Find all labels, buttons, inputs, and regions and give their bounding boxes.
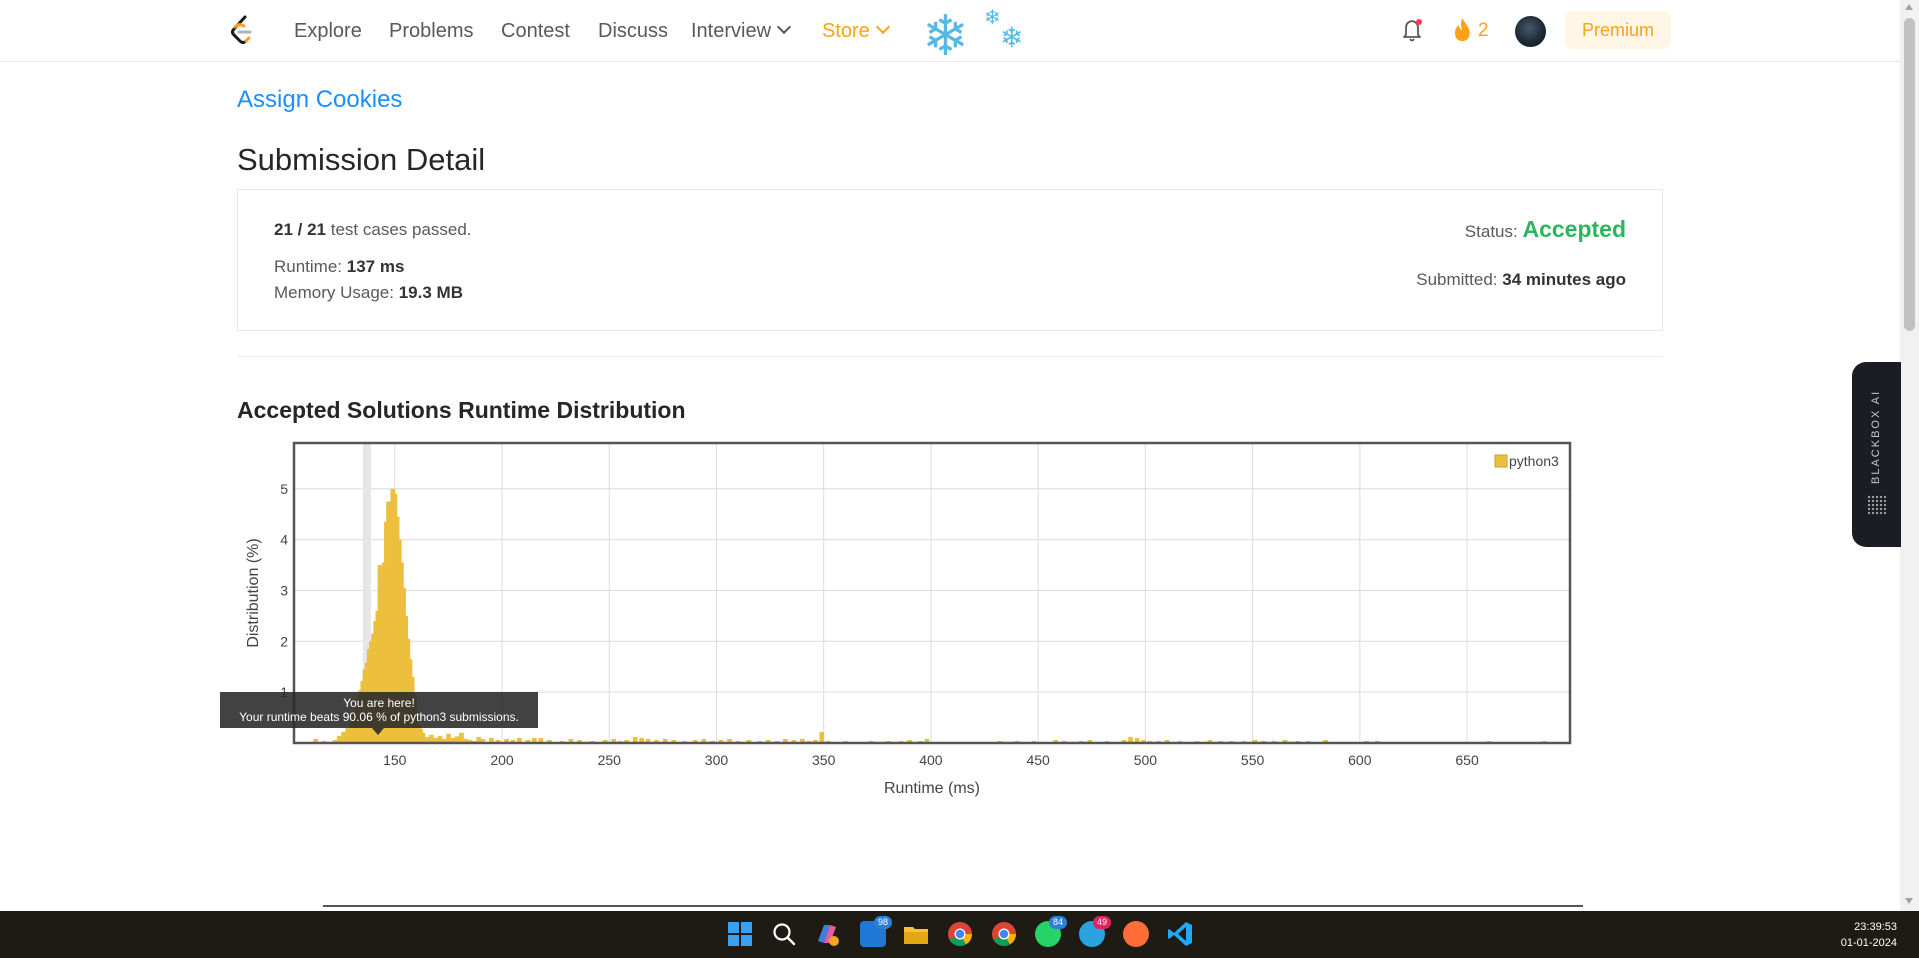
y-tick-label: 2 <box>280 633 288 649</box>
nav-problems[interactable]: Problems <box>389 20 473 43</box>
submitted-row: Submitted: 34 minutes ago <box>1416 270 1626 290</box>
streak-count[interactable]: 2 <box>1478 20 1489 42</box>
distribution-bar <box>345 727 351 743</box>
section-divider <box>237 356 1663 357</box>
x-tick-label: 550 <box>1241 752 1265 768</box>
x-axis-label: Runtime (ms) <box>884 780 980 797</box>
tooltip-line-1: You are here! <box>343 696 415 710</box>
chrome-icon[interactable] <box>947 921 973 947</box>
y-tick-label: 5 <box>280 481 288 497</box>
memory-value: 19.3 MB <box>398 283 463 302</box>
y-tick-label: 4 <box>280 532 288 548</box>
nav-contest[interactable]: Contest <box>501 20 570 43</box>
you-are-here-tooltip: You are here! Your runtime beats 90.06 %… <box>220 692 538 728</box>
whatsapp-icon[interactable]: 84 <box>1035 916 1067 947</box>
vscode-icon[interactable] <box>1167 921 1193 947</box>
distribution-bar <box>819 731 825 743</box>
distribution-bar <box>459 732 464 743</box>
nav-explore[interactable]: Explore <box>294 20 362 43</box>
distribution-bar <box>420 732 426 743</box>
x-tick-label: 150 <box>383 752 407 768</box>
windows-taskbar: 98 84 49 23:39:53 01-01-2024 <box>0 911 1919 958</box>
tooltip-line-2: Your runtime beats 90.06 % of python3 su… <box>239 710 519 724</box>
test-cases-result: 21 / 21 test cases passed. <box>274 220 472 240</box>
nav-discuss[interactable]: Discuss <box>598 20 668 43</box>
x-tick-label: 650 <box>1455 752 1479 768</box>
legend-label: python3 <box>1509 453 1559 469</box>
scroll-down-arrow-icon[interactable] <box>1905 898 1913 904</box>
x-tick-label: 450 <box>1026 752 1050 768</box>
x-tick-label: 400 <box>919 752 943 768</box>
runtime-distribution-title: Accepted Solutions Runtime Distribution <box>237 397 686 423</box>
snowflake-icon: ❄ <box>922 4 969 67</box>
snowflake-icon: ❄ <box>984 7 1001 29</box>
status-row: Status: Accepted <box>1465 216 1626 243</box>
system-clock[interactable]: 23:39:53 01-01-2024 <box>1841 919 1897 951</box>
scroll-up-arrow-icon[interactable] <box>1905 4 1913 10</box>
tooltip-arrow <box>372 728 384 735</box>
file-explorer-icon[interactable] <box>903 921 929 947</box>
clock-date: 01-01-2024 <box>1840 937 1897 949</box>
x-tick-label: 300 <box>705 752 729 768</box>
y-tick-label: 3 <box>280 582 288 598</box>
telegram-icon[interactable]: 49 <box>1079 916 1111 947</box>
submitted-value: 34 minutes ago <box>1502 270 1626 289</box>
memory-label: Memory Usage: <box>274 283 394 302</box>
clock-time: 23:39:53 <box>1854 921 1897 933</box>
page-title: Submission Detail <box>237 142 486 177</box>
mail-app-icon[interactable]: 98 <box>860 916 892 947</box>
nav-interview-label: Interview <box>691 20 772 42</box>
nav-store[interactable]: Store <box>822 19 890 43</box>
runtime-label: Runtime: <box>274 257 343 276</box>
test-cases-suffix: test cases passed. <box>330 220 472 239</box>
snowflake-icon: ❄ <box>1000 22 1024 53</box>
submitted-label: Submitted: <box>1416 270 1498 289</box>
chevron-down-icon <box>875 19 890 35</box>
test-cases-count: 21 / 21 <box>274 220 326 239</box>
windows-start-icon[interactable] <box>727 921 753 947</box>
y-axis-label: Distribution (%) <box>245 538 262 647</box>
problem-title-link[interactable]: Assign Cookies <box>237 86 402 114</box>
runtime-distribution-chart: 15020025030035040045050055060065012345Ru… <box>245 441 1572 797</box>
x-tick-label: 200 <box>490 752 514 768</box>
mail-badge: 98 <box>874 916 892 929</box>
leetcode-logo[interactable] <box>228 15 256 47</box>
chrome-profile-icon[interactable] <box>991 921 1017 947</box>
blackbox-dots-icon <box>1867 495 1887 515</box>
runtime-row: Runtime: 137 ms <box>274 257 404 277</box>
status-label: Status: <box>1464 222 1518 241</box>
x-tick-label: 250 <box>598 752 622 768</box>
chevron-down-icon <box>776 19 792 35</box>
nav-interview[interactable]: Interview <box>691 19 792 43</box>
submission-detail-box: 21 / 21 test cases passed. Runtime: 137 … <box>237 189 1663 331</box>
status-value: Accepted <box>1522 216 1626 242</box>
telegram-badge: 49 <box>1093 916 1111 929</box>
top-navbar: Explore Problems Contest Discuss Intervi… <box>0 0 1900 67</box>
runtime-value: 137 ms <box>346 257 405 276</box>
avatar[interactable] <box>1515 16 1546 47</box>
x-tick-label: 350 <box>812 752 836 768</box>
nav-store-label: Store <box>822 20 870 42</box>
distribution-bar <box>446 733 451 743</box>
blackbox-ai-label: BLACKBOX AI <box>1870 389 1882 485</box>
page-scrollbar[interactable] <box>1900 0 1919 911</box>
premium-button[interactable]: Premium <box>1565 11 1671 49</box>
notification-bell-icon[interactable] <box>1402 17 1424 43</box>
whatsapp-badge: 84 <box>1049 916 1067 929</box>
scroll-thumb[interactable] <box>1904 18 1915 331</box>
distribution-bar <box>341 731 346 743</box>
memory-row: Memory Usage: 19.3 MB <box>274 283 463 303</box>
search-icon[interactable] <box>771 921 797 947</box>
x-tick-label: 600 <box>1348 752 1372 768</box>
blackbox-ai-tab[interactable]: BLACKBOX AI <box>1852 362 1901 547</box>
x-tick-label: 500 <box>1134 752 1158 768</box>
streak-fire-icon[interactable] <box>1452 17 1472 43</box>
copilot-app-icon[interactable] <box>814 921 840 947</box>
postman-icon[interactable] <box>1123 921 1149 947</box>
legend-swatch <box>1494 454 1508 468</box>
